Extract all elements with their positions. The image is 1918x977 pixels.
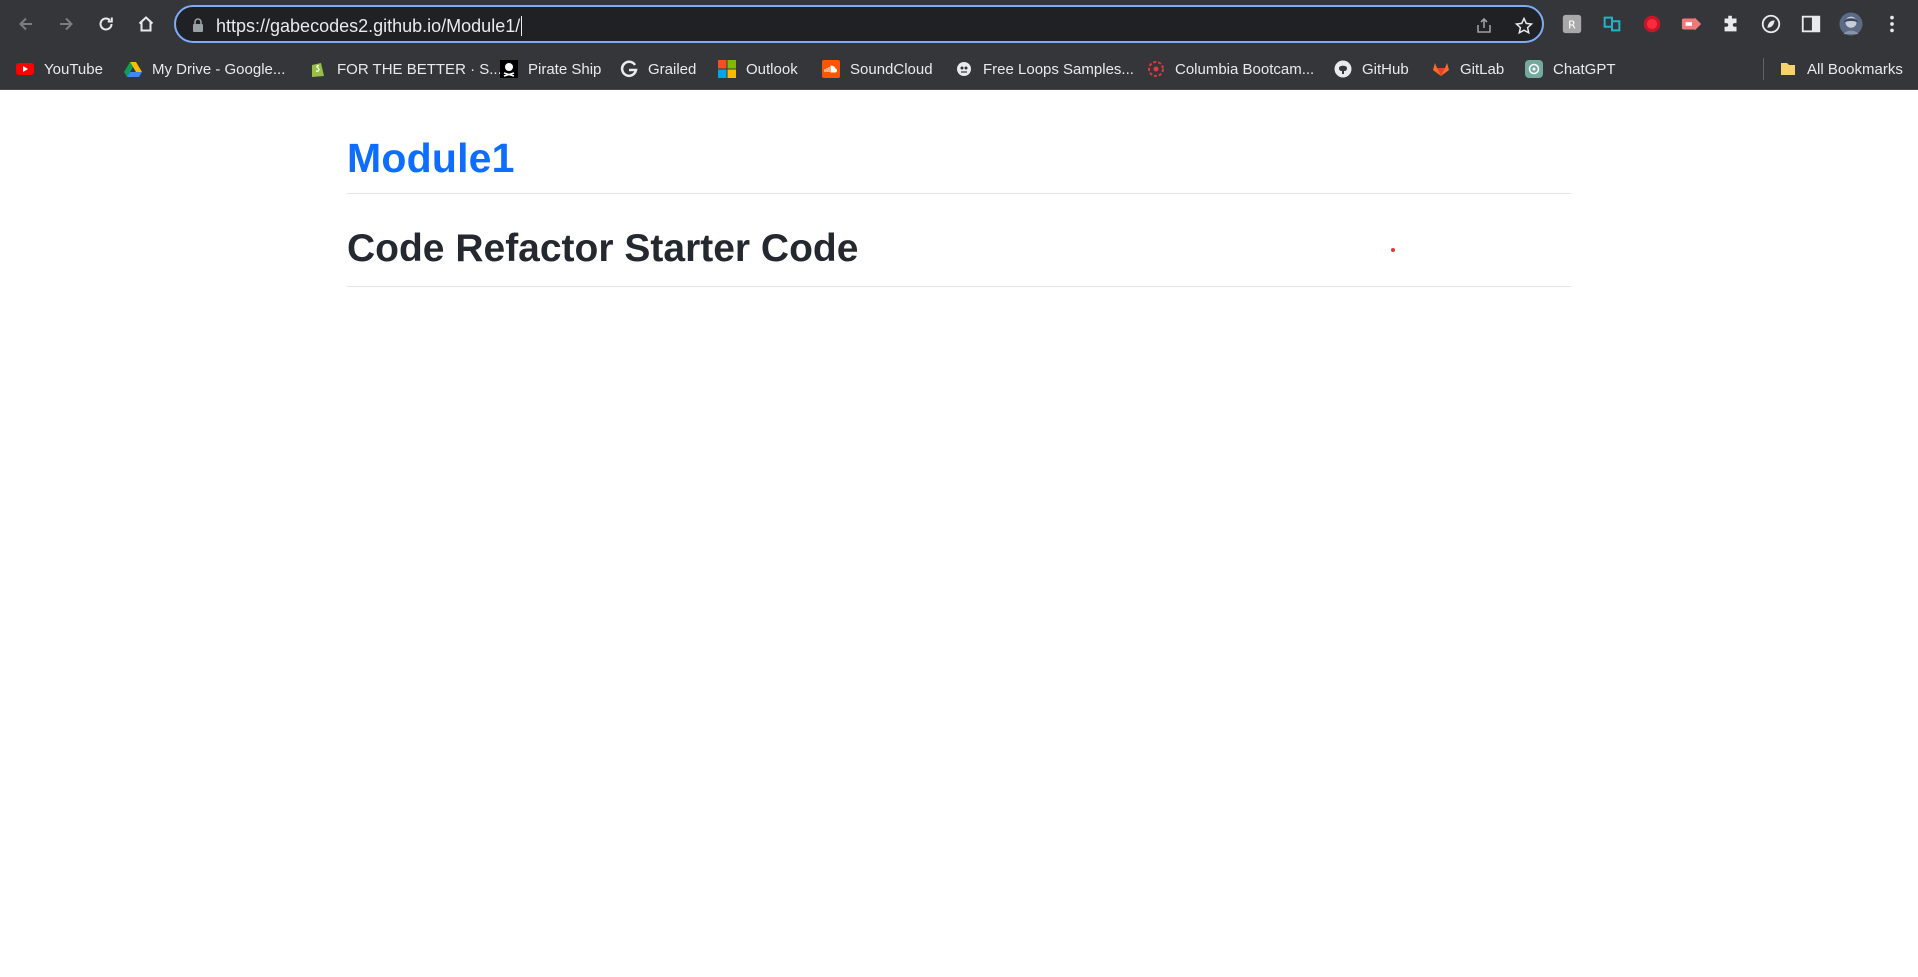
lock-icon[interactable]	[190, 17, 206, 33]
extension-teal-icon[interactable]	[1600, 12, 1624, 36]
extension-arrow-icon[interactable]	[1680, 12, 1704, 36]
back-button[interactable]	[10, 8, 42, 40]
bookmark-youtube[interactable]: YouTube	[16, 48, 103, 90]
leaf-icon[interactable]	[1759, 12, 1783, 36]
shopify-icon	[309, 60, 327, 78]
title-divider	[347, 193, 1571, 194]
grailed-icon	[620, 60, 638, 78]
gitlab-icon	[1432, 60, 1450, 78]
bookmark-github[interactable]: GitHub	[1334, 48, 1409, 90]
google-drive-icon	[124, 60, 142, 78]
folder-icon	[1779, 60, 1797, 78]
free-loops-icon	[955, 60, 973, 78]
bookmark-chatgpt[interactable]: ChatGPT	[1525, 48, 1616, 90]
bookmark-label: Columbia Bootcam...	[1175, 60, 1315, 78]
bookmark-label: YouTube	[44, 60, 103, 78]
arrow-right-icon	[60, 17, 73, 31]
microsoft-icon	[718, 60, 736, 78]
bookmark-soundcloud[interactable]: SoundCloud	[822, 48, 933, 90]
soundcloud-icon	[822, 60, 840, 78]
reload-button[interactable]	[90, 8, 122, 40]
share-icon[interactable]	[1474, 16, 1494, 36]
home-icon	[138, 16, 154, 32]
kebab-menu-icon[interactable]	[1880, 12, 1904, 36]
bookmark-columbia[interactable]: Columbia Bootcam...	[1147, 48, 1314, 90]
bookmark-outlook[interactable]: Outlook	[718, 48, 798, 90]
home-button[interactable]	[130, 8, 162, 40]
bookmark-label: Free Loops Samples...	[983, 60, 1134, 78]
bookmark-label: Outlook	[746, 60, 798, 78]
puzzle-icon[interactable]	[1719, 12, 1743, 36]
red-dot	[1391, 248, 1395, 252]
page-heading: Code Refactor Starter Code	[347, 227, 859, 270]
star-icon[interactable]	[1514, 16, 1534, 36]
record-icon[interactable]	[1640, 12, 1664, 36]
youtube-icon	[16, 60, 34, 78]
browser-toolbar: https://gabecodes2.github.io/Module1/ R	[0, 0, 1918, 48]
bookmark-grailed[interactable]: Grailed	[620, 48, 696, 90]
text-caret	[521, 16, 523, 36]
bookmark-label: GitHub	[1362, 60, 1409, 78]
bookmarks-separator	[1763, 58, 1764, 80]
pirate-ship-icon	[500, 60, 518, 78]
chatgpt-icon	[1525, 60, 1543, 78]
bookmark-gitlab[interactable]: GitLab	[1432, 48, 1504, 90]
bookmark-label: GitLab	[1460, 60, 1505, 78]
bookmark-label: All Bookmarks	[1807, 60, 1903, 78]
page-content: Module1 Code Refactor Starter Code	[0, 91, 1918, 977]
address-bar[interactable]: https://gabecodes2.github.io/Module1/	[174, 5, 1544, 43]
github-icon	[1334, 60, 1352, 78]
bookmark-label: My Drive - Google...	[152, 60, 286, 78]
bookmark-label: Pirate Ship	[528, 60, 602, 78]
forward-button[interactable]	[50, 8, 82, 40]
url-text[interactable]: https://gabecodes2.github.io/Module1/	[216, 16, 523, 37]
columbia-icon	[1147, 60, 1165, 78]
bookmark-pirate-ship[interactable]: Pirate Ship	[500, 48, 601, 90]
heading-divider	[347, 286, 1571, 287]
bookmark-label: SoundCloud	[850, 60, 933, 78]
url-value[interactable]: https://gabecodes2.github.io/Module1/	[216, 16, 520, 36]
bookmark-label: FOR THE BETTER · S...	[337, 60, 502, 78]
site-title-link[interactable]: Module1	[347, 135, 515, 182]
bookmark-label: Grailed	[648, 60, 697, 78]
avatar[interactable]	[1839, 12, 1863, 36]
reload-icon	[99, 17, 113, 31]
extension-grey-icon[interactable]: R	[1560, 12, 1584, 36]
bookmark-free-loops[interactable]: Free Loops Samples...	[955, 48, 1134, 90]
all-bookmarks-button[interactable]: All Bookmarks	[1779, 48, 1903, 90]
bookmark-label: ChatGPT	[1553, 60, 1616, 78]
bookmark-for-the-better[interactable]: FOR THE BETTER · S...	[309, 48, 502, 90]
arrow-left-icon	[19, 17, 32, 31]
svg-text:R: R	[1568, 19, 1576, 32]
bookmarks-bar: YouTube My Drive - Google... FOR THE BET…	[0, 48, 1918, 90]
bookmark-my-drive[interactable]: My Drive - Google...	[124, 48, 285, 90]
side-panel-icon[interactable]	[1799, 12, 1823, 36]
